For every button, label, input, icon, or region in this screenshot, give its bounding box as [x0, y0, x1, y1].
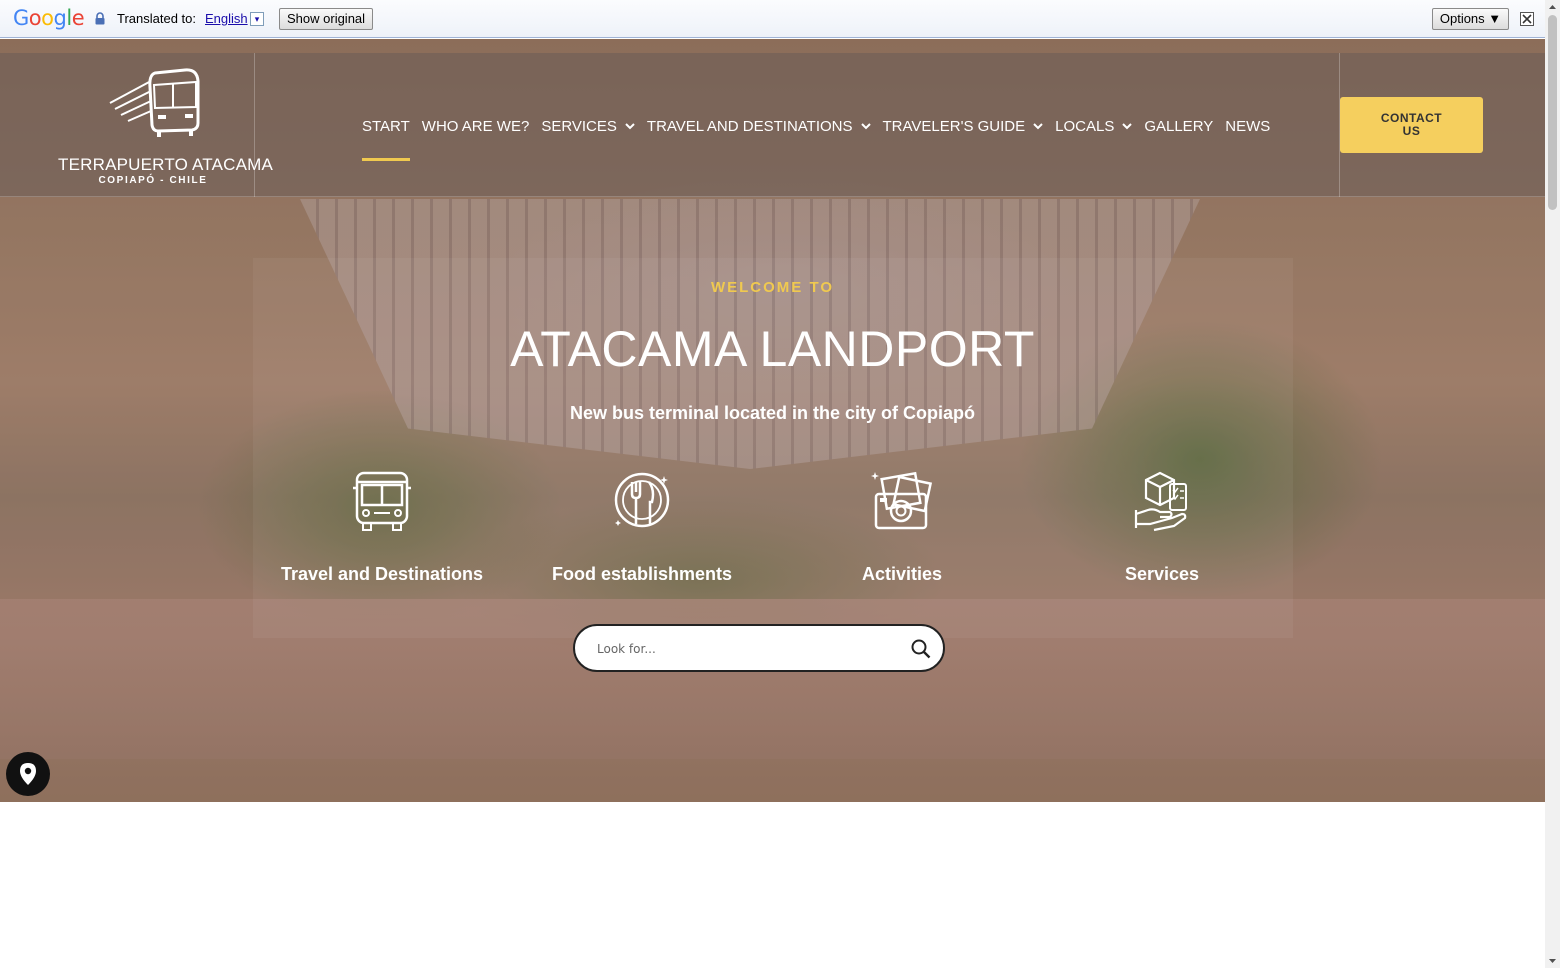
feature-services[interactable]: Services	[1032, 470, 1292, 585]
feature-label: Food establishments	[551, 564, 733, 584]
welcome-label: WELCOME TO	[710, 279, 835, 296]
scroll-down-icon[interactable]	[1545, 953, 1560, 968]
options-button[interactable]: Options ▼	[1432, 8, 1509, 30]
feature-label: Activities	[861, 564, 943, 584]
nav-item-locals[interactable]: LOCALS	[1055, 118, 1133, 135]
search-icon[interactable]	[911, 639, 931, 659]
page-subtitle: New bus terminal located in the city of …	[569, 403, 976, 423]
google-logo: Google	[13, 6, 85, 30]
main-nav: START WHO ARE WE? SERVICES TRAVEL AND DE…	[362, 114, 1282, 161]
nav-item-travel-and-destinations[interactable]: TRAVEL AND DESTINATIONS	[647, 118, 871, 135]
language-dropdown-icon[interactable]: ▾	[250, 12, 264, 26]
show-original-button[interactable]: Show original	[279, 8, 374, 30]
feature-label: Travel and Destinations	[280, 564, 484, 584]
nav-item-services[interactable]: SERVICES	[541, 118, 635, 135]
scroll-up-icon[interactable]	[1545, 0, 1560, 15]
feature-activities[interactable]: Activities	[772, 470, 1032, 585]
fork-knife-plate-icon	[614, 472, 670, 528]
bus-logo-icon	[109, 68, 200, 137]
search-box	[573, 624, 945, 672]
nav-item-start[interactable]: START	[362, 118, 410, 161]
chevron-down-icon	[625, 122, 635, 129]
site-header: TERRAPUERTO ATACAMA COPIAPÓ - CHILE STAR…	[0, 53, 1545, 197]
lock-icon	[95, 12, 105, 25]
chevron-down-icon	[860, 122, 871, 129]
hand-package-icon	[1134, 471, 1187, 532]
contact-us-button[interactable]: CONTACT US	[1340, 97, 1483, 153]
chevron-down-icon	[1033, 122, 1043, 129]
location-button[interactable]	[6, 752, 50, 796]
nav-item-who-are-we[interactable]: WHO ARE WE?	[422, 118, 530, 135]
logo-subtitle: COPIAPÓ - CHILE	[98, 175, 208, 186]
nav-item-travelers-guide[interactable]: TRAVELER'S GUIDE	[883, 118, 1044, 135]
feature-travel-and-destinations[interactable]: Travel and Destinations	[252, 470, 512, 585]
bus-icon	[353, 471, 411, 531]
logo-name: TERRAPUERTO ATACAMA	[58, 155, 274, 174]
translate-bar: Google Translated to: English ▾ Show ori…	[0, 0, 1560, 38]
feature-food-establishments[interactable]: Food establishments	[512, 470, 772, 585]
search-input[interactable]	[597, 638, 897, 660]
map-pin-icon	[20, 763, 36, 785]
page-title: ATACAMA LANDPORT	[510, 321, 1035, 377]
photos-camera-icon	[871, 471, 933, 530]
page-scrollbar[interactable]	[1545, 0, 1560, 968]
chevron-down-icon	[1122, 122, 1133, 129]
scrollbar-thumb[interactable]	[1548, 15, 1557, 210]
nav-item-gallery[interactable]: GALLERY	[1144, 118, 1213, 135]
feature-label: Services	[1124, 564, 1200, 584]
logo[interactable]: TERRAPUERTO ATACAMA COPIAPÓ - CHILE	[55, 67, 274, 186]
nav-item-news[interactable]: NEWS	[1225, 118, 1270, 135]
close-icon[interactable]	[1520, 12, 1534, 26]
feature-links: Travel and Destinations Food establishme…	[252, 470, 1292, 584]
translated-to-label: Translated to:	[117, 11, 197, 26]
language-link[interactable]: English	[205, 11, 248, 26]
